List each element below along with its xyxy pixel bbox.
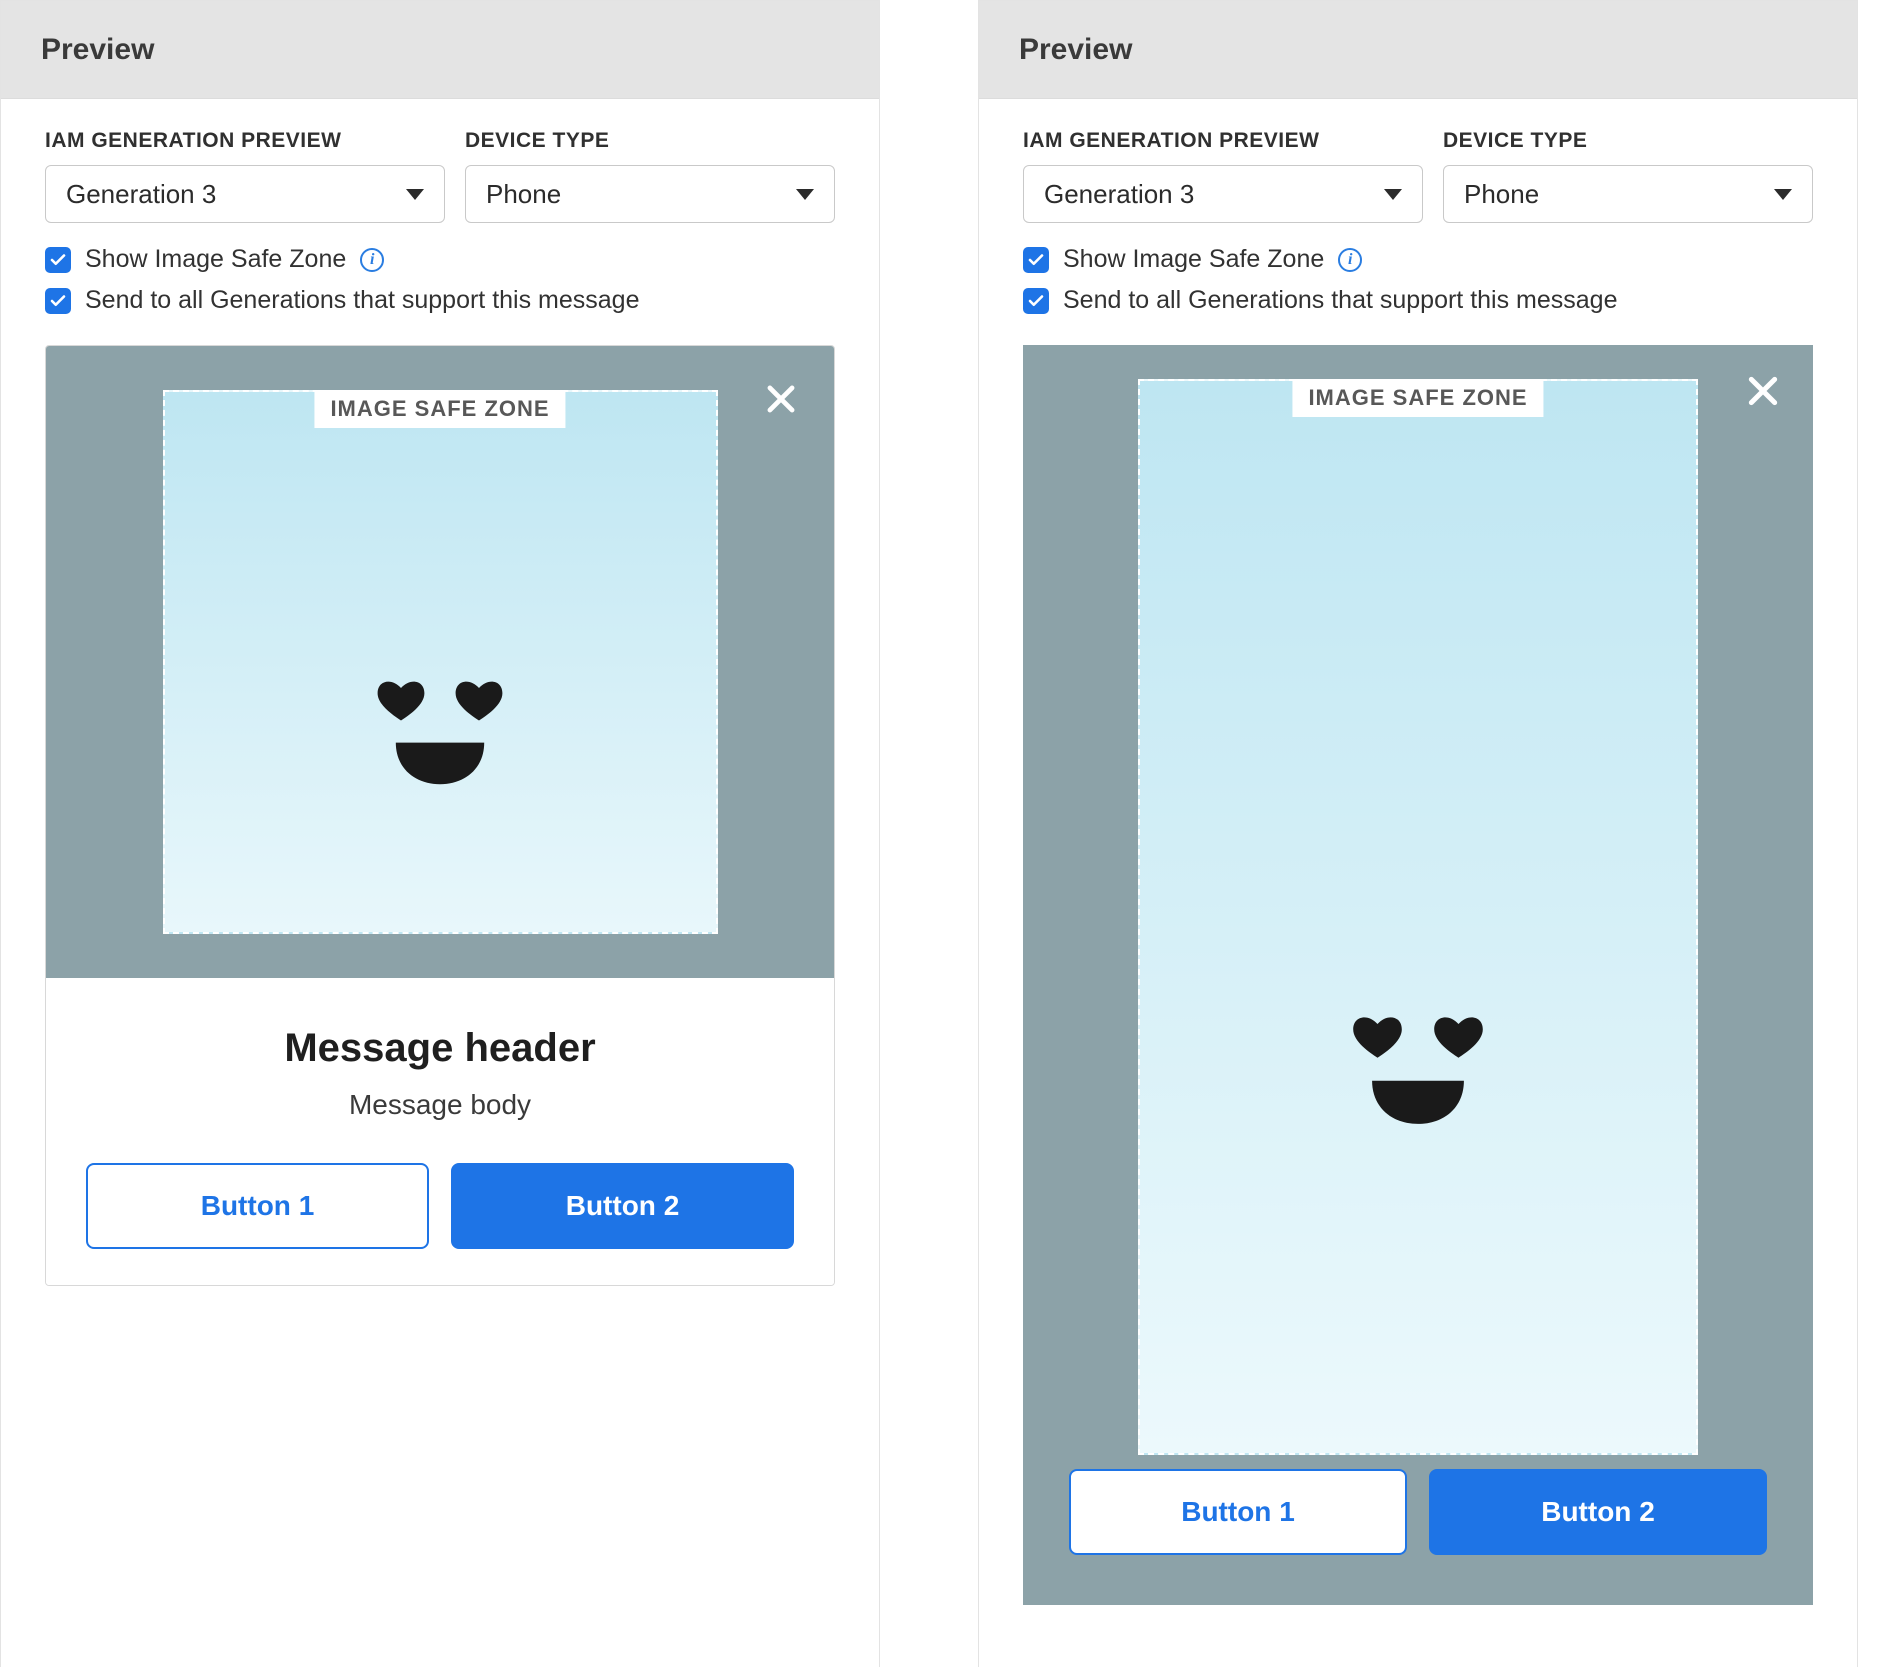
info-icon[interactable]: i (1338, 248, 1362, 272)
send-all-generations-label: Send to all Generations that support thi… (85, 286, 640, 315)
info-icon[interactable]: i (360, 248, 384, 272)
device-type-value: Phone (1464, 179, 1539, 210)
flame-icon (310, 492, 570, 832)
show-safe-zone-checkbox[interactable] (45, 247, 71, 273)
generation-value: Generation 3 (1044, 179, 1194, 210)
message-header: Message header (86, 1026, 794, 1071)
device-type-value: Phone (486, 179, 561, 210)
hero-image-area: IMAGE SAFE ZONE (46, 346, 834, 978)
device-type-select[interactable]: Phone (1443, 165, 1813, 223)
device-type-label: DEVICE TYPE (465, 129, 835, 153)
device-preview: IMAGE SAFE ZONE Message header Message b… (45, 345, 835, 1286)
controls: IAM GENERATION PREVIEW Generation 3 DEVI… (979, 99, 1857, 345)
chevron-down-icon (796, 189, 814, 200)
close-icon[interactable] (762, 380, 800, 423)
button-1[interactable]: Button 1 (86, 1163, 429, 1249)
generation-select[interactable]: Generation 3 (45, 165, 445, 223)
show-safe-zone-checkbox[interactable] (1023, 247, 1049, 273)
device-type-label: DEVICE TYPE (1443, 129, 1813, 153)
show-safe-zone-label: Show Image Safe Zone (1063, 245, 1324, 274)
device-preview: IMAGE SAFE ZONE Button 1 Button 2 (1023, 345, 1813, 1605)
send-all-generations-checkbox[interactable] (1023, 288, 1049, 314)
button-2[interactable]: Button 2 (451, 1163, 794, 1249)
message-body: Message body (86, 1089, 794, 1121)
preview-panel-fullscreen: Preview IAM GENERATION PREVIEW Generatio… (978, 0, 1858, 1667)
chevron-down-icon (1384, 189, 1402, 200)
close-icon[interactable] (1743, 371, 1783, 416)
show-safe-zone-label: Show Image Safe Zone (85, 245, 346, 274)
preview-panel-modal: Preview IAM GENERATION PREVIEW Generatio… (0, 0, 880, 1667)
send-all-generations-label: Send to all Generations that support thi… (1063, 286, 1618, 315)
device-type-select[interactable]: Phone (465, 165, 835, 223)
generation-label: IAM GENERATION PREVIEW (1023, 129, 1423, 153)
image-safe-zone: IMAGE SAFE ZONE (1138, 379, 1698, 1455)
panel-title: Preview (1, 1, 879, 99)
chevron-down-icon (1774, 189, 1792, 200)
flame-icon (1283, 817, 1553, 1177)
generation-label: IAM GENERATION PREVIEW (45, 129, 445, 153)
generation-value: Generation 3 (66, 179, 216, 210)
image-safe-zone: IMAGE SAFE ZONE (163, 390, 718, 934)
controls: IAM GENERATION PREVIEW Generation 3 DEVI… (1, 99, 879, 345)
generation-select[interactable]: Generation 3 (1023, 165, 1423, 223)
safe-zone-label: IMAGE SAFE ZONE (1292, 379, 1543, 417)
panel-title: Preview (979, 1, 1857, 99)
chevron-down-icon (406, 189, 424, 200)
button-1[interactable]: Button 1 (1069, 1469, 1407, 1555)
send-all-generations-checkbox[interactable] (45, 288, 71, 314)
button-2[interactable]: Button 2 (1429, 1469, 1767, 1555)
safe-zone-label: IMAGE SAFE ZONE (314, 390, 565, 428)
